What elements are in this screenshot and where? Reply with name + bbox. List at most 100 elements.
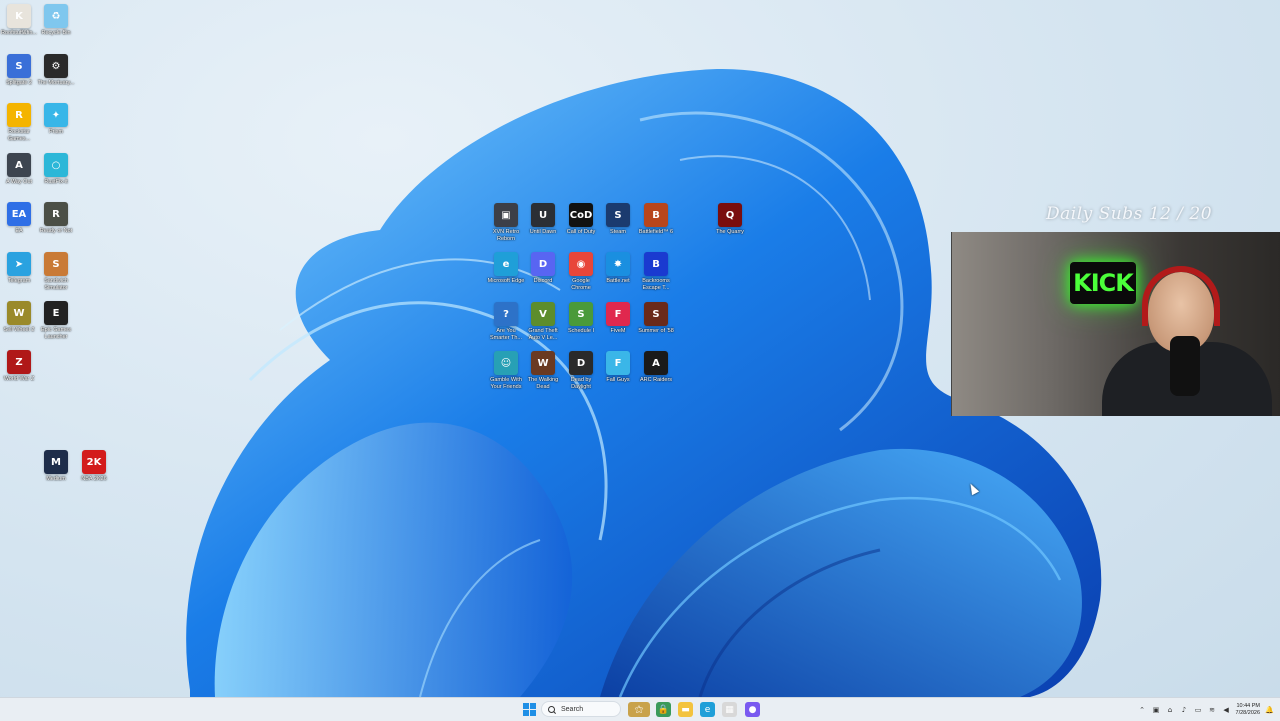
desktop-shortcut[interactable]: E Epic Games Launcher — [37, 301, 75, 340]
shortcut-label: FiveM — [610, 328, 626, 334]
ea-icon: EA — [7, 202, 31, 226]
shortcut-label: ARC Raiders — [639, 377, 673, 383]
desktop-shortcut[interactable]: 2K NBA 2K26 — [75, 450, 113, 483]
desktop-shortcut[interactable]: ✸ Battle.net — [599, 252, 637, 285]
desktop-shortcut[interactable]: R Rockstar Games... — [0, 103, 38, 142]
desktop-shortcut[interactable]: Q The Quarry — [711, 203, 749, 236]
desktop-shortcut[interactable]: e Microsoft Edge — [487, 252, 525, 285]
shortcut-label: Medium — [46, 476, 66, 482]
shortcut-label: Sell Wheel 2 — [3, 327, 35, 333]
shortcut-label: Recycle Bin — [41, 30, 71, 36]
walking-dead-icon: W — [531, 351, 555, 375]
desktop-shortcut[interactable]: ? Are You Smarter Th... — [487, 302, 525, 341]
chevron-up-icon[interactable]: ⌃ — [1138, 705, 1147, 714]
recycle-bin-icon: ♻ — [44, 4, 68, 28]
desktop-shortcut[interactable]: U Until Dawn — [524, 203, 562, 236]
shortcut-label: Rockstar Games... — [7, 129, 31, 142]
medal-icon: M — [44, 450, 68, 474]
shortcut-label: Grand Theft Auto V Le... — [528, 328, 558, 341]
shortcut-label: Ready or Not — [39, 228, 73, 234]
discord-icon: D — [531, 252, 555, 276]
desktop-shortcut[interactable]: D Dead by Daylight — [562, 351, 600, 390]
shortcut-label: Roofstuff&fin... — [1, 30, 37, 36]
ready-or-not-icon: R — [44, 202, 68, 226]
shortcut-label: Summer of '58 — [638, 328, 674, 334]
obs-icon[interactable]: ● — [745, 702, 760, 717]
widget-icon[interactable]: ⚝ — [628, 702, 650, 717]
desktop-shortcut[interactable]: K Roofstuff&fin... — [0, 4, 38, 37]
desktop-shortcut[interactable]: S Summer of '58 — [637, 302, 675, 335]
wifi-icon[interactable]: ≋ — [1208, 705, 1217, 714]
the-quarry-icon: Q — [718, 203, 742, 227]
clock-date: 7/28/2026 — [1235, 709, 1260, 716]
shortcut-label: Splitgate 2 — [6, 80, 32, 86]
webcam-overlay: KICK — [951, 232, 1280, 416]
desktop-shortcut[interactable]: F FiveM — [599, 302, 637, 335]
shortcut-label: The Walking Dead — [527, 377, 559, 390]
shortcut-label: NBA 2K26 — [81, 476, 107, 482]
desktop-shortcut[interactable]: M Medium — [37, 450, 75, 483]
taskbar-search[interactable]: Search — [541, 701, 621, 717]
shortcut-label: Steam — [610, 229, 626, 235]
telegram-icon: ➤ — [7, 252, 31, 276]
arc-raiders-icon: A — [644, 351, 668, 375]
desktop-shortcut[interactable]: D Discord — [524, 252, 562, 285]
rustfix-icon: ○ — [44, 153, 68, 177]
desktop: K Roofstuff&fin... ♻ Recycle Bin S Splitgate … — [0, 0, 1280, 697]
desktop-shortcut[interactable]: CoD Call of Duty — [562, 203, 600, 236]
desktop-shortcut[interactable]: EA EA — [0, 202, 38, 235]
desktop-shortcut[interactable]: S Splitgate 2 — [0, 54, 38, 87]
volume-icon[interactable]: ◀ — [1222, 705, 1231, 714]
desktop-shortcut[interactable]: A ARC Raiders — [637, 351, 675, 384]
file-explorer-icon[interactable]: ▬ — [678, 702, 693, 717]
network-icon[interactable]: ⌂ — [1166, 705, 1175, 714]
desktop-shortcut[interactable]: B Backrooms Escape T... — [637, 252, 675, 291]
edge-taskbar-icon[interactable]: e — [700, 702, 715, 717]
desktop-shortcut[interactable]: S Sandwich Simulator — [37, 252, 75, 291]
desktop-shortcut[interactable]: F Fall Guys — [599, 351, 637, 384]
daily-subs-goal: Daily Subs 12 / 20 — [1046, 204, 1213, 224]
desktop-shortcut[interactable]: Z World War Z — [0, 350, 38, 383]
shortcut-label: RustFix-it — [44, 179, 68, 185]
shortcut-label: Battle.net — [606, 278, 630, 284]
desktop-shortcut[interactable]: ☺ Gamble With Your Friends — [487, 351, 525, 390]
start-button[interactable] — [522, 702, 537, 717]
shortcut-label: XVN Retro Reborn — [492, 229, 520, 242]
desktop-shortcut[interactable]: V Grand Theft Auto V Le... — [524, 302, 562, 341]
desktop-shortcut[interactable]: W Sell Wheel 2 — [0, 301, 38, 334]
desktop-shortcut[interactable]: S Steam — [599, 203, 637, 236]
shortcut-label: Epic Games Launcher — [41, 327, 71, 340]
desktop-shortcut[interactable]: ♻ Recycle Bin — [37, 4, 75, 37]
calendar-app-icon[interactable]: ▦ — [722, 702, 737, 717]
desktop-shortcut[interactable]: ◉ Google Chrome — [562, 252, 600, 291]
shortcut-label: Battlefield™ 6 — [638, 229, 674, 235]
desktop-shortcut[interactable]: R Ready or Not — [37, 202, 75, 235]
until-dawn-icon: U — [531, 203, 555, 227]
desktop-shortcut[interactable]: ⚙ The Mortuary... — [37, 54, 75, 87]
shortcut-label: Sandwich Simulator — [44, 278, 68, 291]
desktop-shortcut[interactable]: ▣ XVN Retro Reborn — [487, 203, 525, 242]
display-icon[interactable]: ▭ — [1194, 705, 1203, 714]
desktop-shortcut[interactable]: S Schedule I — [562, 302, 600, 335]
shortcut-label: Prism — [48, 129, 64, 135]
desktop-shortcut[interactable]: ✦ Prism — [37, 103, 75, 136]
app-tray-icon[interactable]: ▣ — [1152, 705, 1161, 714]
desktop-shortcut[interactable]: ○ RustFix-it — [37, 153, 75, 186]
desktop-shortcut[interactable]: A A Way Out — [0, 153, 38, 186]
sandwich-icon: S — [44, 252, 68, 276]
store-lock-icon[interactable]: 🔒 — [656, 702, 671, 717]
kick-neon-sign: KICK — [1070, 262, 1136, 304]
search-icon — [548, 705, 555, 713]
notification-bell-icon[interactable]: 🔔 — [1265, 705, 1274, 714]
desktop-shortcut[interactable]: B Battlefield™ 6 — [637, 203, 675, 236]
call-of-duty-icon: CoD — [569, 203, 593, 227]
desktop-shortcut[interactable]: ➤ Telegram — [0, 252, 38, 285]
mic-tray-icon[interactable]: ♪ — [1180, 705, 1189, 714]
edge-icon: e — [494, 252, 518, 276]
shortcut-label: Are You Smarter Th... — [490, 328, 522, 341]
schedule-icon: S — [569, 302, 593, 326]
desktop-shortcut[interactable]: W The Walking Dead — [524, 351, 562, 390]
taskbar: Search ⚝ 🔒 ▬ e ▦ ● ⌃ ▣ ⌂ ♪ ▭ ≋ ◀ 10:44 PM 7/2… — [0, 697, 1280, 721]
battlefield-icon: B — [644, 203, 668, 227]
clock[interactable]: 10:44 PM 7/28/2026 — [1236, 703, 1260, 717]
